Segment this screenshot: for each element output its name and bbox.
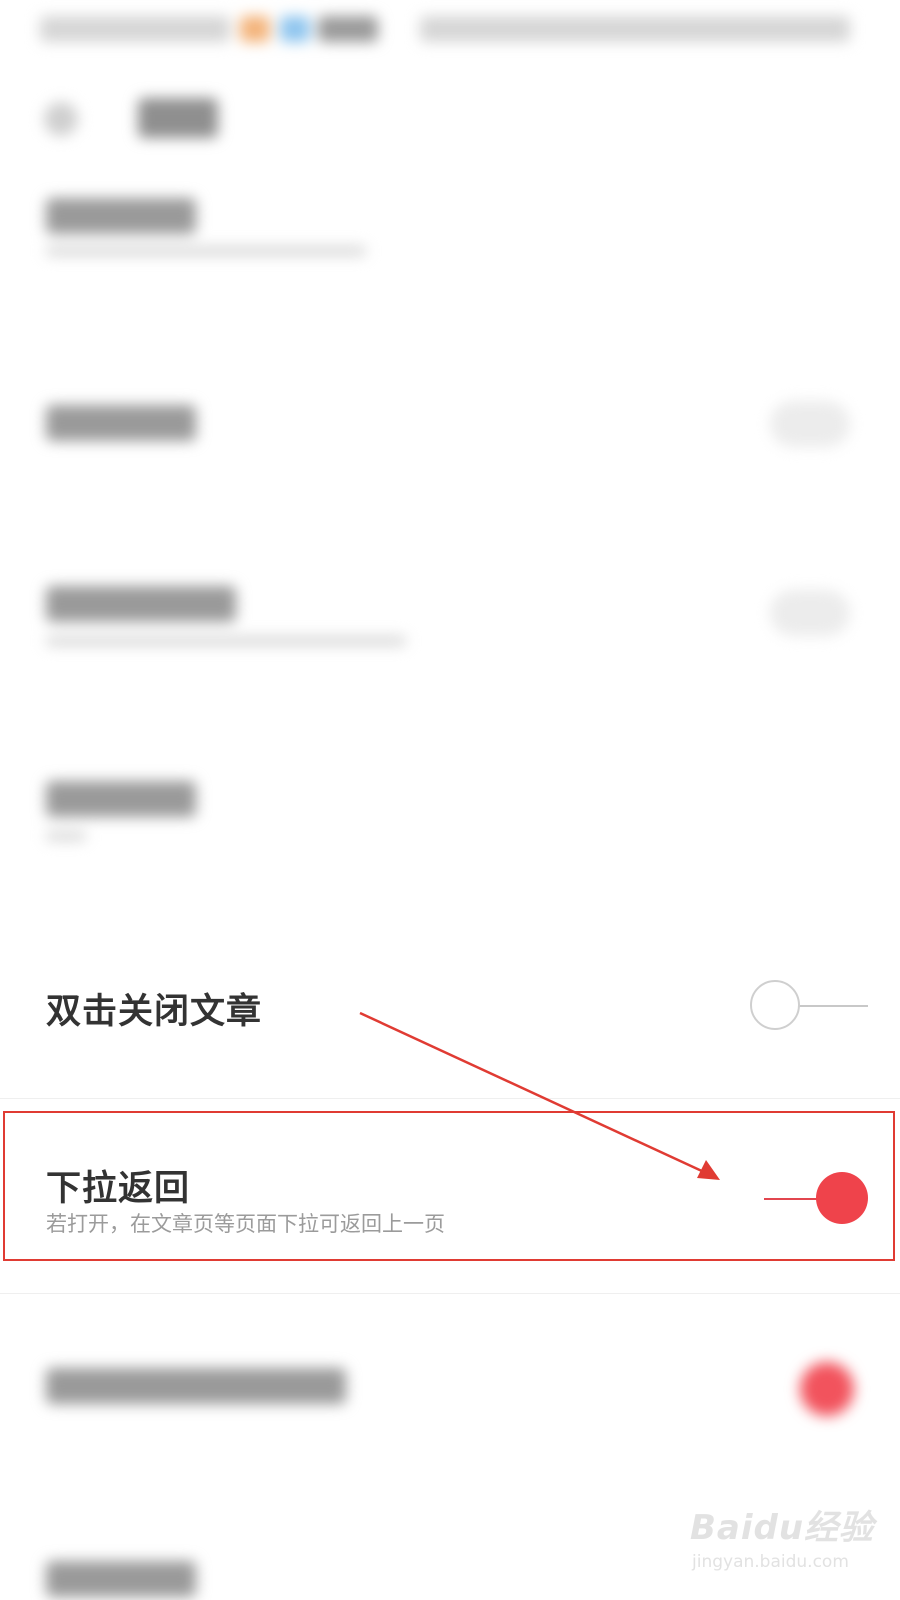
arrow-shaft	[359, 1011, 705, 1174]
watermark-brand: Baidu经验	[690, 1508, 875, 1548]
baidu-jingyan-watermark: Baidu经验 jingyan.baidu.com	[690, 1500, 880, 1580]
watermark-url: jingyan.baidu.com	[692, 1552, 849, 1572]
annotation-arrow	[359, 1011, 720, 1180]
